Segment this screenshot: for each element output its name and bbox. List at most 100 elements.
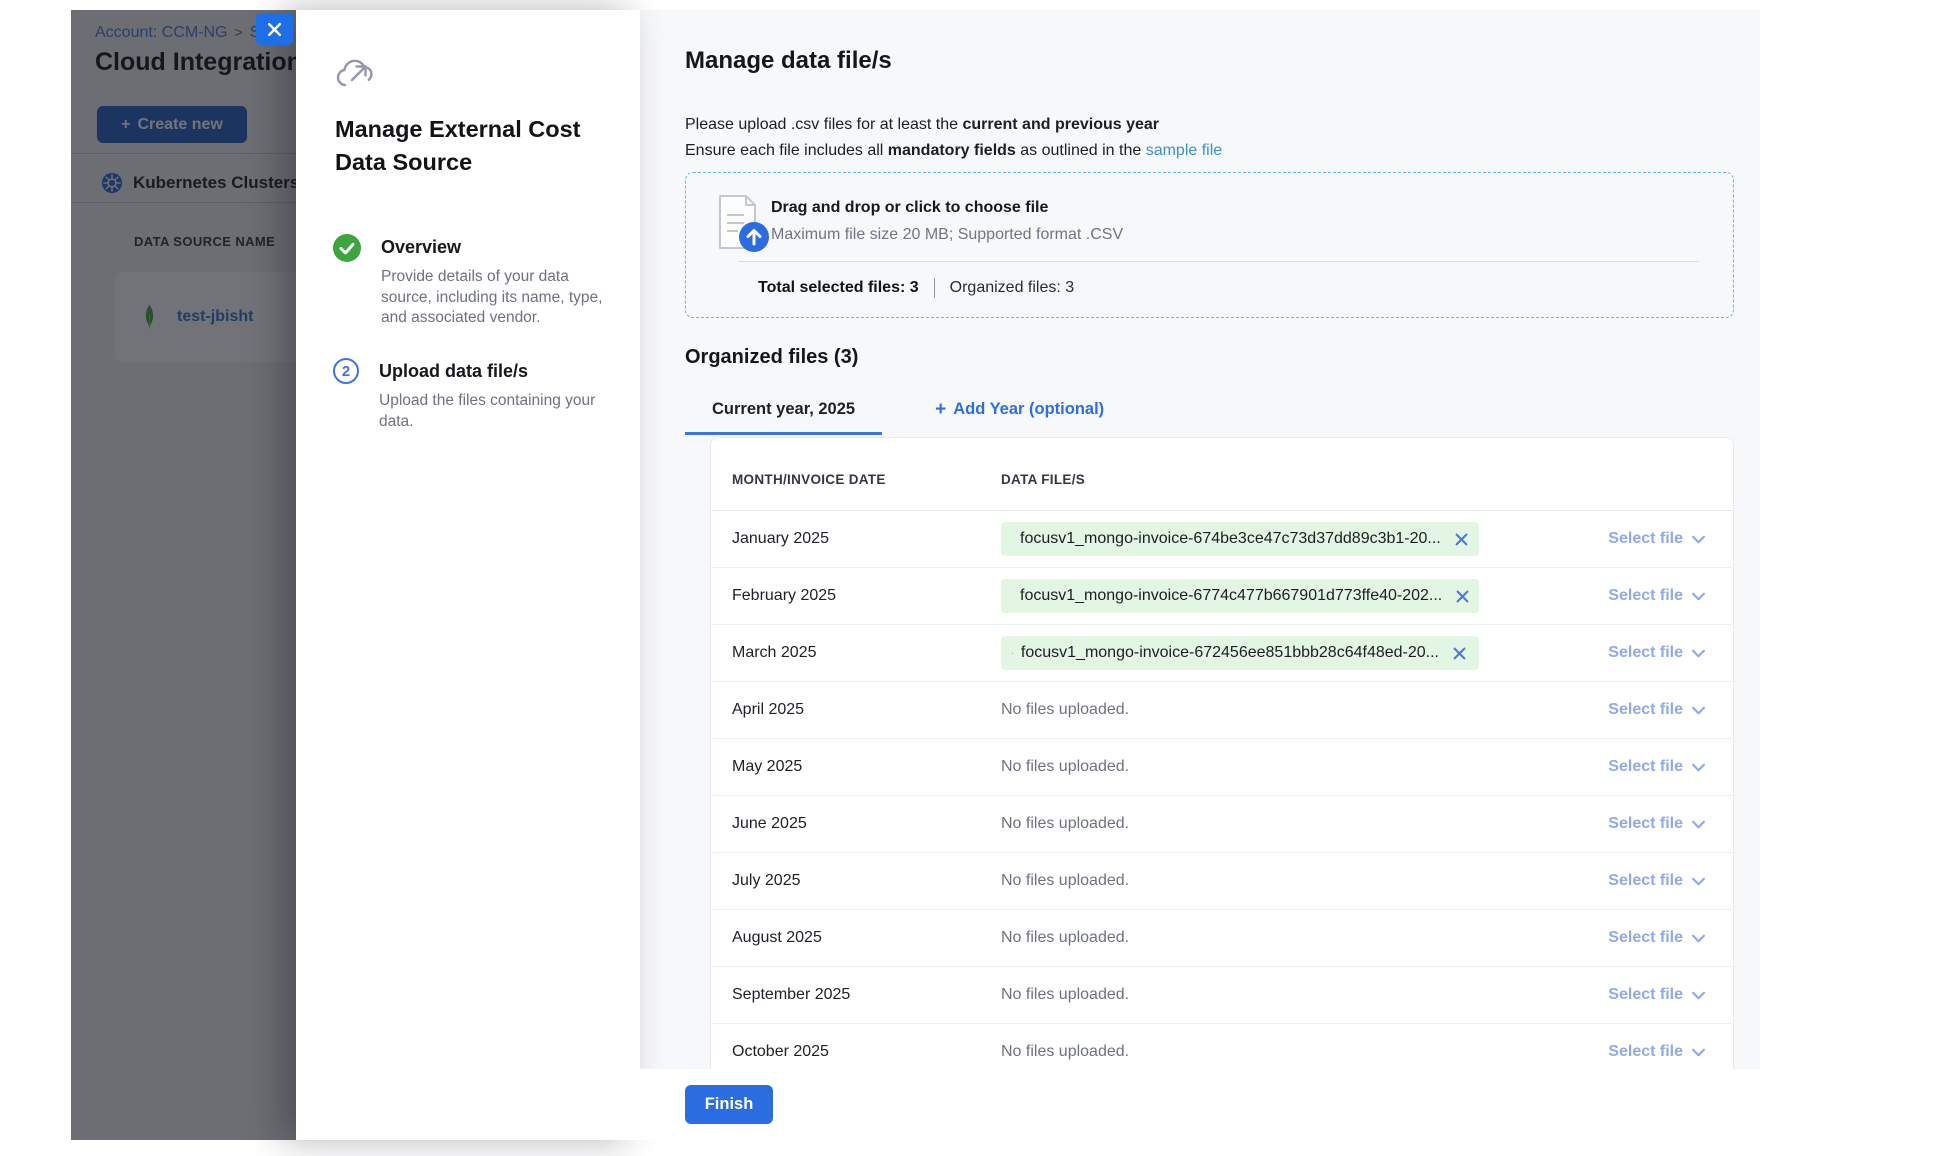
- data-file-cell: No files uploaded.: [1001, 986, 1543, 1004]
- year-tabs: Current year, 2025 + Add Year (optional): [685, 400, 1131, 435]
- instructions-bold-text: current and previous year: [962, 116, 1159, 133]
- chevron-down-icon: [1692, 649, 1705, 658]
- remove-file-button[interactable]: [1451, 645, 1468, 662]
- wizard-title: Manage External Cost Data Source: [335, 113, 603, 179]
- select-file-dropdown[interactable]: Select file: [1608, 815, 1705, 833]
- file-check-icon: [1012, 645, 1013, 662]
- page-title: Cloud Integration: [95, 48, 296, 77]
- table-row: May 2025 No files uploaded. Select file: [711, 739, 1733, 796]
- data-file-cell: No files uploaded.: [1001, 701, 1543, 719]
- month-label: June 2025: [711, 815, 1001, 833]
- create-new-button[interactable]: + Create new: [97, 106, 247, 143]
- instructions-text: as outlined in the: [1016, 142, 1146, 159]
- screen: Account: CCM-NG>Set Cloud Integration + …: [0, 0, 1934, 1156]
- panel-title: Manage data file/s: [685, 47, 892, 75]
- select-file-dropdown[interactable]: Select file: [1608, 644, 1705, 662]
- breadcrumb-account-link[interactable]: Account: CCM-NG: [95, 24, 227, 41]
- manage-data-files-panel: Manage data file/s Please upload .csv fi…: [640, 10, 1760, 1069]
- step-upload-data-files[interactable]: 2 Upload data file/s Upload the files co…: [333, 358, 601, 432]
- data-source-link[interactable]: test-jbisht: [177, 308, 253, 326]
- table-row: April 2025 No files uploaded. Select fil…: [711, 682, 1733, 739]
- mongodb-leaf-icon: [141, 304, 158, 330]
- data-file-cell: focusv1_mongo-invoice-674be3ce47c73d37dd…: [1001, 522, 1543, 556]
- sample-file-link[interactable]: sample file: [1146, 142, 1222, 159]
- data-file-cell: No files uploaded.: [1001, 929, 1543, 947]
- select-file-dropdown[interactable]: Select file: [1608, 1043, 1705, 1061]
- no-files-text: No files uploaded.: [1001, 815, 1129, 832]
- create-new-label: Create new: [137, 116, 222, 134]
- chevron-down-icon: [1692, 592, 1705, 601]
- select-file-label: Select file: [1608, 815, 1683, 833]
- remove-file-button[interactable]: [1453, 531, 1470, 548]
- data-file-cell: focusv1_mongo-invoice-672456ee851bbb28c6…: [1001, 636, 1543, 670]
- remove-file-icon: [1456, 590, 1469, 603]
- select-file-label: Select file: [1608, 986, 1683, 1004]
- select-file-label: Select file: [1608, 1043, 1683, 1061]
- finish-button[interactable]: Finish: [685, 1085, 773, 1124]
- no-files-text: No files uploaded.: [1001, 1043, 1129, 1060]
- dropzone-title: Drag and drop or click to choose file: [771, 199, 1048, 217]
- column-header-data-files: DATA FILE/S: [1001, 472, 1543, 487]
- table-body: January 2025 focusv1_mongo-invoice-674be…: [711, 511, 1733, 1069]
- step-overview[interactable]: Overview Provide details of your data so…: [333, 234, 603, 329]
- data-file-cell: No files uploaded.: [1001, 815, 1543, 833]
- month-label: May 2025: [711, 758, 1001, 776]
- file-name: focusv1_mongo-invoice-6774c477b667901d77…: [1020, 587, 1442, 605]
- file-dropzone[interactable]: Drag and drop or click to choose file Ma…: [685, 172, 1734, 318]
- no-files-text: No files uploaded.: [1001, 701, 1129, 718]
- file-name: focusv1_mongo-invoice-674be3ce47c73d37dd…: [1020, 530, 1441, 548]
- no-files-text: No files uploaded.: [1001, 929, 1129, 946]
- select-file-dropdown[interactable]: Select file: [1608, 872, 1705, 890]
- file-totals: Total selected files: 3 Organized files:…: [758, 278, 1074, 298]
- total-selected-files: Total selected files: 3: [758, 279, 919, 297]
- step-overview-description: Provide details of your data source, inc…: [381, 267, 603, 329]
- column-header-data-source-name: DATA SOURCE NAME: [134, 234, 275, 249]
- month-label: April 2025: [711, 701, 1001, 719]
- dropzone-subtitle: Maximum file size 20 MB; Supported forma…: [771, 226, 1123, 244]
- table-row: February 2025 focusv1_mongo-invoice-6774…: [711, 568, 1733, 625]
- select-file-dropdown[interactable]: Select file: [1608, 701, 1705, 719]
- month-label: August 2025: [711, 929, 1001, 947]
- table-row: January 2025 focusv1_mongo-invoice-674be…: [711, 511, 1733, 568]
- select-file-dropdown[interactable]: Select file: [1608, 530, 1705, 548]
- breadcrumb-separator: >: [234, 24, 242, 40]
- divider: [71, 202, 296, 203]
- data-file-cell: No files uploaded.: [1001, 872, 1543, 890]
- modal-footer: Finish: [640, 1069, 1760, 1140]
- data-source-row[interactable]: test-jbisht: [115, 272, 296, 362]
- chevron-down-icon: [1692, 706, 1705, 715]
- select-file-dropdown[interactable]: Select file: [1608, 758, 1705, 776]
- month-label: March 2025: [711, 644, 1001, 662]
- select-file-label: Select file: [1608, 872, 1683, 890]
- add-year-label: Add Year (optional): [953, 400, 1104, 419]
- breadcrumb: Account: CCM-NG>Set: [95, 24, 274, 42]
- month-label: September 2025: [711, 986, 1001, 1004]
- chevron-down-icon: [1692, 820, 1705, 829]
- cloud-arrow-icon: [333, 56, 375, 92]
- remove-file-button[interactable]: [1454, 588, 1471, 605]
- remove-file-icon: [1453, 647, 1466, 660]
- no-files-text: No files uploaded.: [1001, 758, 1129, 775]
- close-icon: [267, 22, 282, 37]
- select-file-label: Select file: [1608, 530, 1683, 548]
- select-file-dropdown[interactable]: Select file: [1608, 986, 1705, 1004]
- table-row: August 2025 No files uploaded. Select fi…: [711, 910, 1733, 967]
- instructions-bold-text: mandatory fields: [888, 142, 1016, 159]
- table-row: June 2025 No files uploaded. Select file: [711, 796, 1733, 853]
- table-row: October 2025 No files uploaded. Select f…: [711, 1024, 1733, 1069]
- instructions-line-2: Ensure each file includes all mandatory …: [685, 138, 1222, 164]
- tab-add-year[interactable]: + Add Year (optional): [908, 400, 1131, 432]
- select-file-dropdown[interactable]: Select file: [1608, 929, 1705, 947]
- organized-files-heading: Organized files (3): [685, 346, 858, 369]
- tab-current-year-2025[interactable]: Current year, 2025: [685, 400, 882, 435]
- plus-icon: +: [121, 116, 130, 134]
- table-header-row: MONTH/INVOICE DATE DATA FILE/S: [711, 438, 1733, 511]
- document-upload-icon: [714, 193, 772, 255]
- dimmed-background-page: Account: CCM-NG>Set Cloud Integration + …: [71, 10, 296, 1140]
- select-file-dropdown[interactable]: Select file: [1608, 587, 1705, 605]
- upload-instructions: Please upload .csv files for at least th…: [685, 112, 1222, 164]
- tab-kubernetes-clusters[interactable]: Kubernetes Clusters: [101, 165, 296, 201]
- check-circle-icon: [333, 234, 361, 262]
- close-button[interactable]: [256, 13, 293, 45]
- step-number-badge: 2: [333, 358, 359, 384]
